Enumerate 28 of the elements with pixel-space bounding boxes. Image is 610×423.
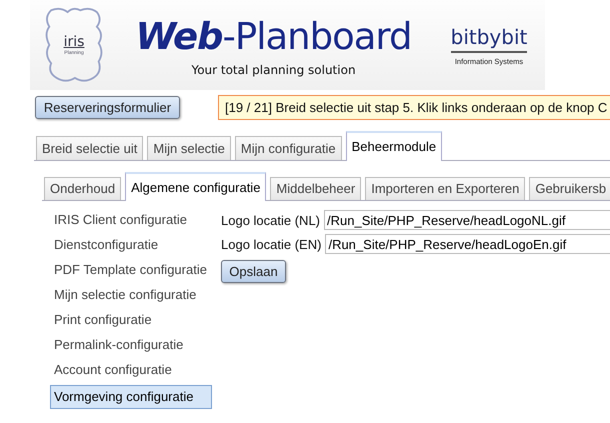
field-label: Logo locatie (NL) (221, 212, 320, 228)
sidebar-item[interactable]: Dienstconfiguratie (50, 235, 212, 260)
sidebar-item[interactable]: IRIS Client configuratie (50, 210, 212, 235)
field-label: Logo locatie (EN) (221, 236, 322, 252)
company-logo: bitbybit (450, 24, 528, 52)
brand-title: Web-Planboard (136, 14, 412, 60)
sidebar-item[interactable]: Print configuratie (50, 310, 212, 335)
tab[interactable]: Mijn configuratie (234, 136, 342, 160)
tab[interactable]: Beheermodule (346, 131, 442, 161)
input-field[interactable]: /Run_Site/PHP_Reserve/headLogoNL.gif (324, 210, 610, 230)
subtab[interactable]: Onderhoud (44, 177, 122, 200)
tab[interactable]: Breid selectie uit (36, 136, 144, 160)
sidebar-item[interactable]: Account configuratie (50, 360, 212, 385)
save-button[interactable]: Opslaan (221, 260, 286, 283)
logo-text: iris (64, 34, 84, 50)
subtab[interactable]: Middelbeheer (270, 177, 362, 200)
subtab[interactable]: Importeren en Exporteren (365, 177, 526, 200)
sidebar-item[interactable]: Vormgeving configuratie (50, 385, 212, 409)
input-field[interactable]: /Run_Site/PHP_Reserve/headLogoEn.gif (325, 234, 610, 254)
sidebar-item[interactable]: Permalink-configuratie (50, 335, 212, 360)
subtab[interactable]: Algemene configuratie (125, 172, 266, 201)
tab[interactable]: Mijn selectie (147, 136, 231, 160)
notice-message: [19 / 21] Breid selectie uit stap 5. Klik links onderaan op de knop C (218, 94, 610, 120)
subtab[interactable]: Gebruikersb (529, 177, 610, 200)
sidebar-item[interactable]: Mijn selectie configuratie (50, 285, 212, 310)
tagline: Your total planning solution (191, 63, 356, 77)
sidebar-item[interactable]: PDF Template configuratie (50, 260, 212, 285)
reservation-button[interactable]: Reserveringsformulier (35, 96, 180, 118)
